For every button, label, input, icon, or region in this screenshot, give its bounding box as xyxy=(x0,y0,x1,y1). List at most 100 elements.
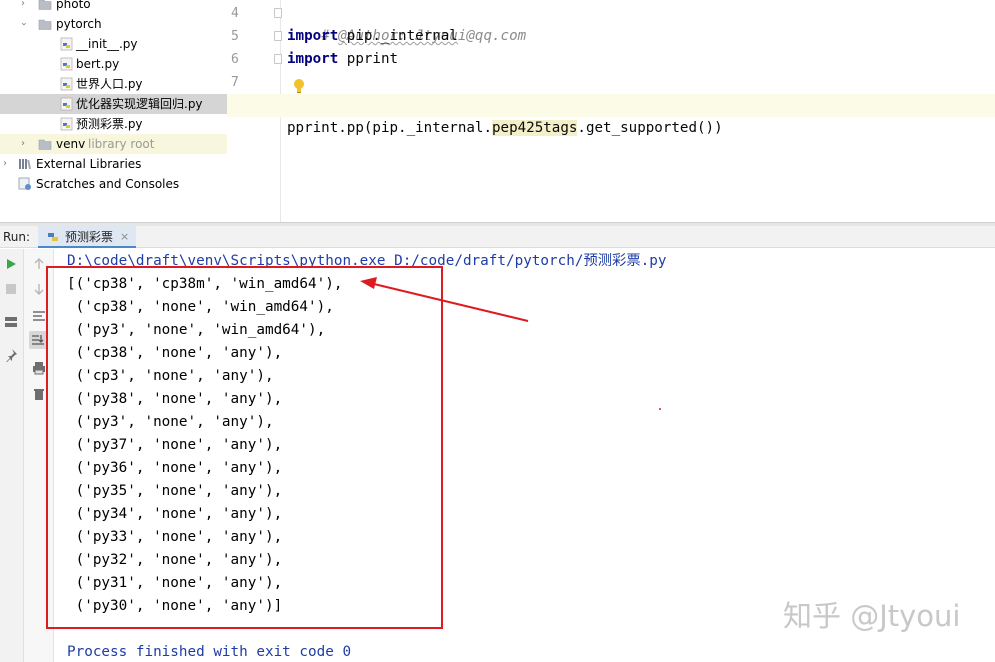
tree-item-pytorch[interactable]: › pytorch xyxy=(0,14,227,34)
console-output-line: ('py3', 'none', 'win_amd64'), xyxy=(67,322,326,338)
printer-icon xyxy=(33,362,45,375)
python-file-icon xyxy=(60,37,73,51)
soft-wrap-icon xyxy=(33,311,45,321)
scroll-down-button[interactable] xyxy=(30,280,48,298)
run-toolbar xyxy=(0,249,24,662)
keyword-import: import xyxy=(287,51,339,67)
run-label: Run: xyxy=(3,230,31,244)
console-output-line: ('cp38', 'none', 'win_amd64'), xyxy=(67,299,334,315)
scroll-up-button[interactable] xyxy=(30,255,48,273)
tree-item-label: 预测彩票.py xyxy=(76,117,143,131)
code-line-4[interactable]: # @Author: Jtyoui@qq.com xyxy=(287,2,526,44)
stop-button[interactable] xyxy=(2,280,20,298)
chevron-right-icon[interactable]: › xyxy=(18,0,28,9)
console-output-line: ('py34', 'none', 'any'), xyxy=(67,506,283,522)
folder-icon xyxy=(38,0,52,10)
tree-item-optimizer-logistic-py[interactable]: 优化器实现逻辑回归.py xyxy=(0,94,227,114)
clear-all-button[interactable] xyxy=(30,385,48,403)
library-root-hint: library root xyxy=(88,137,155,151)
play-icon xyxy=(7,259,16,269)
tree-item-label: External Libraries xyxy=(36,157,142,171)
layout-icon xyxy=(5,317,17,327)
line-number: 5 xyxy=(231,29,239,44)
python-file-icon xyxy=(60,117,73,131)
chevron-down-icon[interactable]: › xyxy=(18,19,29,29)
tree-item-bert-py[interactable]: bert.py xyxy=(0,54,227,74)
rerun-button[interactable] xyxy=(2,255,20,273)
stray-dot xyxy=(659,408,661,410)
code-line-8[interactable]: pprint.pp(pip._internal.pep425tags.get_s… xyxy=(227,94,995,136)
console-output-line: ('cp3', 'none', 'any'), xyxy=(67,368,274,384)
chevron-right-icon[interactable]: › xyxy=(0,159,10,169)
tree-item-world-population-py[interactable]: 世界人口.py xyxy=(0,74,227,94)
console-toolbar xyxy=(24,249,54,662)
close-icon[interactable]: × xyxy=(120,229,129,245)
import-target: pprint xyxy=(338,51,399,67)
watermark: 知乎 @Jtyoui xyxy=(783,599,961,633)
line-number: 4 xyxy=(231,6,239,21)
arrow-down-icon xyxy=(34,284,44,295)
console-command-line: D:\code\draft\venv\Scripts\python.exe D:… xyxy=(67,253,667,269)
scratches-icon xyxy=(18,177,31,190)
folder-icon xyxy=(38,19,52,30)
scroll-to-end-button[interactable] xyxy=(29,331,47,349)
tree-item-init-py[interactable]: __init__.py xyxy=(0,34,227,54)
tree-item-label: photo xyxy=(56,0,91,11)
console-output-line: ('py30', 'none', 'any')] xyxy=(67,598,283,614)
console-output-line: ('py3', 'none', 'any'), xyxy=(67,414,274,430)
tree-item-label: Scratches and Consoles xyxy=(36,177,180,191)
code-editor[interactable]: 4 5 6 7 8 # @Author: Jtyoui@qq.com impor… xyxy=(227,0,995,222)
code-segment: .get_supported()) xyxy=(577,120,723,136)
chevron-right-icon[interactable]: › xyxy=(18,139,28,149)
console-output-line: ('py33', 'none', 'any'), xyxy=(67,529,283,545)
python-file-icon xyxy=(60,57,73,71)
print-button[interactable] xyxy=(30,359,48,377)
run-panel-header: Run: 预测彩票 × xyxy=(0,226,995,248)
layout-button[interactable] xyxy=(2,313,20,331)
tree-item-venv[interactable]: › venv library root xyxy=(0,134,227,154)
python-file-icon xyxy=(60,97,73,111)
stop-icon xyxy=(6,284,16,294)
console-output-line: ('py36', 'none', 'any'), xyxy=(67,460,283,476)
tree-item-label: venv xyxy=(56,137,86,151)
lightbulb-icon[interactable] xyxy=(293,78,305,94)
fold-marker-icon[interactable] xyxy=(274,54,282,64)
tree-item-photo[interactable]: › photo xyxy=(0,0,227,14)
tree-item-label: pytorch xyxy=(56,17,102,31)
tree-item-label: bert.py xyxy=(76,57,120,71)
keyword-import: import xyxy=(287,28,339,44)
project-tree: › photo › pytorch __init__.py bert.py 世界… xyxy=(0,0,227,222)
run-tab-label: 预测彩票 xyxy=(65,230,114,244)
tree-item-scratches[interactable]: Scratches and Consoles xyxy=(0,174,227,194)
console-output-line: ('cp38', 'none', 'any'), xyxy=(67,345,283,361)
console-output-line: ('py35', 'none', 'any'), xyxy=(67,483,283,499)
tree-item-external-libraries[interactable]: › External Libraries xyxy=(0,154,227,174)
console-exit-message: Process finished with exit code 0 xyxy=(67,644,352,660)
tree-item-label: 世界人口.py xyxy=(76,77,143,91)
pin-tab-button[interactable] xyxy=(2,346,20,364)
python-icon xyxy=(48,233,58,241)
import-target: pip._internal xyxy=(338,28,458,44)
run-tab[interactable]: 预测彩票 × xyxy=(38,226,136,248)
tree-item-predict-lottery-py[interactable]: 预测彩票.py xyxy=(0,114,227,134)
library-icon xyxy=(19,159,32,170)
console-output-line: ('py37', 'none', 'any'), xyxy=(67,437,283,453)
line-number: 7 xyxy=(231,75,239,90)
python-file-icon xyxy=(60,77,73,91)
trash-icon xyxy=(34,389,44,400)
console-output-line: ('py32', 'none', 'any'), xyxy=(67,552,283,568)
folder-icon xyxy=(38,139,52,150)
deprecated-attribute-highlight: pep425tags xyxy=(492,120,578,136)
code-line-6[interactable]: import pprint xyxy=(287,48,398,71)
code-line-5[interactable]: import pip._internal xyxy=(287,25,458,48)
console-output-line: [('cp38', 'cp38m', 'win_amd64'), xyxy=(67,276,343,292)
console-output-line: ('py31', 'none', 'any'), xyxy=(67,575,283,591)
console-output-line: ('py38', 'none', 'any'), xyxy=(67,391,283,407)
scroll-to-end-icon xyxy=(32,335,44,345)
tree-item-label: 优化器实现逻辑回归.py xyxy=(76,97,203,111)
fold-marker-icon[interactable] xyxy=(274,31,282,41)
fold-marker-icon[interactable] xyxy=(274,8,282,18)
line-number: 6 xyxy=(231,52,239,67)
soft-wrap-button[interactable] xyxy=(30,307,48,325)
arrow-up-icon xyxy=(34,258,44,269)
